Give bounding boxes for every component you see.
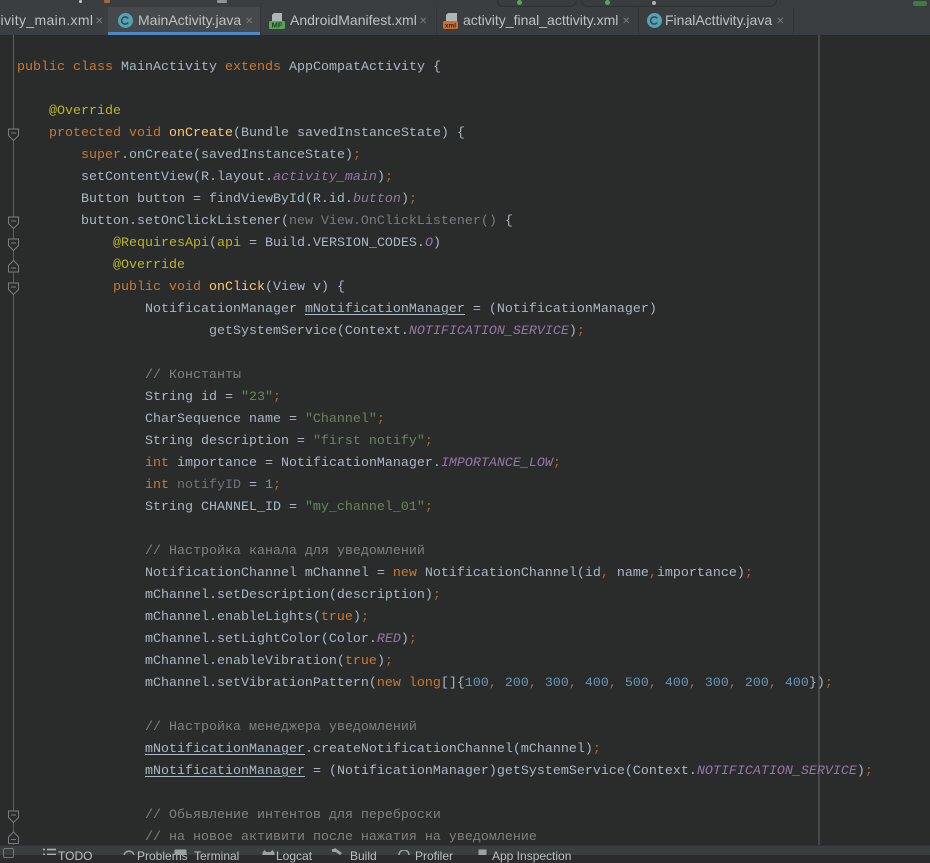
svg-text:xml: xml xyxy=(445,22,456,29)
svg-text:MF: MF xyxy=(272,21,283,30)
